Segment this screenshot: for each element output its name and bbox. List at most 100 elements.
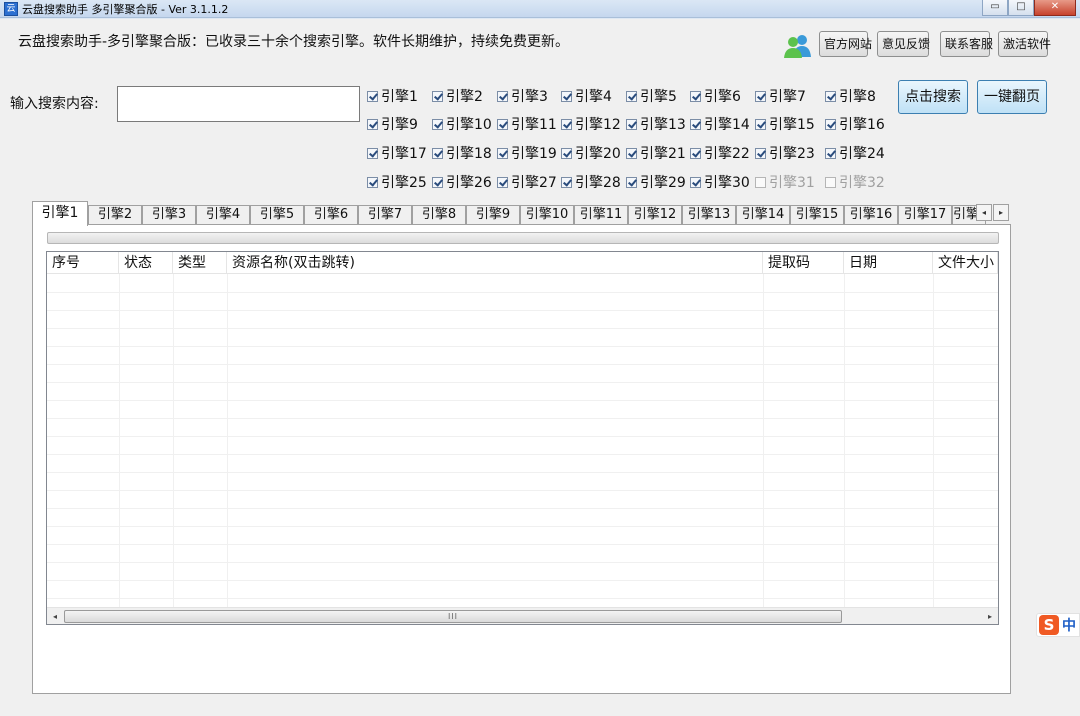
tab-engine-8[interactable]: 引擎8 xyxy=(412,205,466,225)
checkbox-icon[interactable] xyxy=(367,176,378,188)
checkbox-icon[interactable] xyxy=(497,176,508,188)
tab-engine-1[interactable]: 引擎1 xyxy=(32,201,88,226)
title-bar[interactable]: 云 云盘搜索助手 多引擎聚合版 - Ver 3.1.1.2 ▭ □ ✕ xyxy=(0,0,1080,18)
engine-checkbox-31[interactable]: 引擎31 xyxy=(755,173,815,191)
tab-engine-15[interactable]: 引擎15 xyxy=(790,205,844,225)
engine-checkbox-1[interactable]: 引擎1 xyxy=(367,87,418,105)
engine-checkbox-10[interactable]: 引擎10 xyxy=(432,115,492,133)
ime-indicator[interactable]: S 中 xyxy=(1036,613,1080,637)
contact-button[interactable]: 联系客服 xyxy=(940,31,993,57)
checkbox-icon[interactable] xyxy=(432,147,443,159)
checkbox-icon[interactable] xyxy=(825,176,836,188)
checkbox-icon[interactable] xyxy=(626,147,637,159)
checkbox-icon[interactable] xyxy=(497,147,508,159)
results-table[interactable]: 序号 状态 类型 资源名称(双击跳转) 提取码 日期 文件大小 ◂ III ▸ xyxy=(46,251,999,625)
checkbox-icon[interactable] xyxy=(755,176,766,188)
checkbox-icon[interactable] xyxy=(367,147,378,159)
search-input[interactable] xyxy=(117,86,360,122)
checkbox-icon[interactable] xyxy=(755,118,766,130)
tab-engine-3[interactable]: 引擎3 xyxy=(142,205,196,225)
engine-checkbox-20[interactable]: 引擎20 xyxy=(561,144,621,162)
checkbox-icon[interactable] xyxy=(690,118,701,130)
engine-checkbox-27[interactable]: 引擎27 xyxy=(497,173,557,191)
tab-engine-12[interactable]: 引擎12 xyxy=(628,205,682,225)
horizontal-scrollbar[interactable]: ◂ III ▸ xyxy=(47,607,998,624)
engine-checkbox-3[interactable]: 引擎3 xyxy=(497,87,548,105)
tab-scroll-left-icon[interactable]: ◂ xyxy=(976,204,992,221)
checkbox-icon[interactable] xyxy=(626,176,637,188)
tab-engine-14[interactable]: 引擎14 xyxy=(736,205,790,225)
engine-checkbox-14[interactable]: 引擎14 xyxy=(690,115,750,133)
col-header-status[interactable]: 状态 xyxy=(119,252,173,274)
engine-checkbox-2[interactable]: 引擎2 xyxy=(432,87,483,105)
tab-engine-17[interactable]: 引擎17 xyxy=(898,205,952,225)
engine-checkbox-28[interactable]: 引擎28 xyxy=(561,173,621,191)
scroll-thumb[interactable]: III xyxy=(64,610,842,623)
engine-checkbox-21[interactable]: 引擎21 xyxy=(626,144,686,162)
engine-checkbox-30[interactable]: 引擎30 xyxy=(690,173,750,191)
checkbox-icon[interactable] xyxy=(755,147,766,159)
tab-engine-7[interactable]: 引擎7 xyxy=(358,205,412,225)
tab-engine-5[interactable]: 引擎5 xyxy=(250,205,304,225)
checkbox-icon[interactable] xyxy=(690,176,701,188)
engine-checkbox-9[interactable]: 引擎9 xyxy=(367,115,418,133)
official-site-button[interactable]: 官方网站 xyxy=(819,31,872,57)
engine-checkbox-4[interactable]: 引擎4 xyxy=(561,87,612,105)
next-page-button[interactable]: 一键翻页 xyxy=(977,80,1047,114)
tab-engine-6[interactable]: 引擎6 xyxy=(304,205,358,225)
checkbox-icon[interactable] xyxy=(561,147,572,159)
col-header-date[interactable]: 日期 xyxy=(844,252,933,274)
engine-checkbox-19[interactable]: 引擎19 xyxy=(497,144,557,162)
engine-checkbox-6[interactable]: 引擎6 xyxy=(690,87,741,105)
scroll-left-icon[interactable]: ◂ xyxy=(47,609,63,624)
engine-checkbox-17[interactable]: 引擎17 xyxy=(367,144,427,162)
checkbox-icon[interactable] xyxy=(825,118,836,130)
tab-engine-4[interactable]: 引擎4 xyxy=(196,205,250,225)
col-header-index[interactable]: 序号 xyxy=(47,252,119,274)
tab-engine-13[interactable]: 引擎13 xyxy=(682,205,736,225)
checkbox-icon[interactable] xyxy=(755,90,766,102)
tab-engine-2[interactable]: 引擎2 xyxy=(88,205,142,225)
maximize-button[interactable]: □ xyxy=(1008,0,1034,16)
tab-scroll-right-icon[interactable]: ▸ xyxy=(993,204,1009,221)
activate-button[interactable]: 激活软件 xyxy=(998,31,1051,57)
close-button[interactable]: ✕ xyxy=(1034,0,1076,16)
tab-engine-10[interactable]: 引擎10 xyxy=(520,205,574,225)
minimize-button[interactable]: ▭ xyxy=(982,0,1008,16)
checkbox-icon[interactable] xyxy=(825,147,836,159)
checkbox-icon[interactable] xyxy=(690,90,701,102)
feedback-button[interactable]: 意见反馈 xyxy=(877,31,930,57)
col-header-name[interactable]: 资源名称(双击跳转) xyxy=(227,252,763,274)
engine-checkbox-23[interactable]: 引擎23 xyxy=(755,144,815,162)
checkbox-icon[interactable] xyxy=(432,176,443,188)
tab-engine-11[interactable]: 引擎11 xyxy=(574,205,628,225)
checkbox-icon[interactable] xyxy=(626,90,637,102)
col-header-code[interactable]: 提取码 xyxy=(763,252,844,274)
checkbox-icon[interactable] xyxy=(561,176,572,188)
search-button[interactable]: 点击搜索 xyxy=(898,80,968,114)
engine-checkbox-26[interactable]: 引擎26 xyxy=(432,173,492,191)
checkbox-icon[interactable] xyxy=(432,118,443,130)
engine-checkbox-7[interactable]: 引擎7 xyxy=(755,87,806,105)
engine-checkbox-5[interactable]: 引擎5 xyxy=(626,87,677,105)
col-header-size[interactable]: 文件大小 xyxy=(933,252,998,274)
engine-checkbox-11[interactable]: 引擎11 xyxy=(497,115,557,133)
checkbox-icon[interactable] xyxy=(367,118,378,130)
engine-checkbox-12[interactable]: 引擎12 xyxy=(561,115,621,133)
engine-checkbox-13[interactable]: 引擎13 xyxy=(626,115,686,133)
checkbox-icon[interactable] xyxy=(497,118,508,130)
col-header-type[interactable]: 类型 xyxy=(173,252,227,274)
checkbox-icon[interactable] xyxy=(561,118,572,130)
engine-checkbox-25[interactable]: 引擎25 xyxy=(367,173,427,191)
engine-checkbox-18[interactable]: 引擎18 xyxy=(432,144,492,162)
engine-checkbox-22[interactable]: 引擎22 xyxy=(690,144,750,162)
engine-checkbox-8[interactable]: 引擎8 xyxy=(825,87,876,105)
checkbox-icon[interactable] xyxy=(367,90,378,102)
tab-engine-16[interactable]: 引擎16 xyxy=(844,205,898,225)
engine-checkbox-15[interactable]: 引擎15 xyxy=(755,115,815,133)
engine-checkbox-24[interactable]: 引擎24 xyxy=(825,144,885,162)
tab-engine-9[interactable]: 引擎9 xyxy=(466,205,520,225)
engine-checkbox-16[interactable]: 引擎16 xyxy=(825,115,885,133)
checkbox-icon[interactable] xyxy=(690,147,701,159)
checkbox-icon[interactable] xyxy=(432,90,443,102)
